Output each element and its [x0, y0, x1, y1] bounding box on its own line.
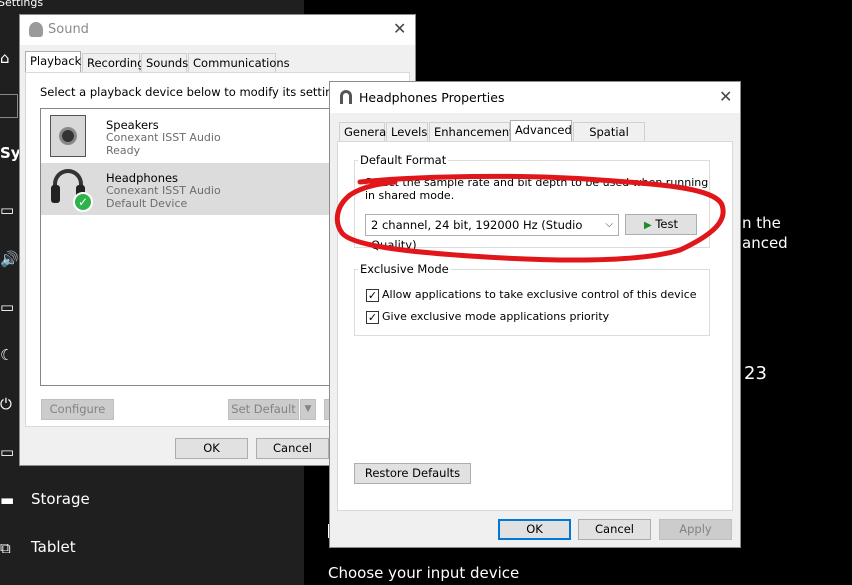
annotation-overlay: [334, 173, 726, 263]
red-annotation-circle: [334, 173, 726, 263]
